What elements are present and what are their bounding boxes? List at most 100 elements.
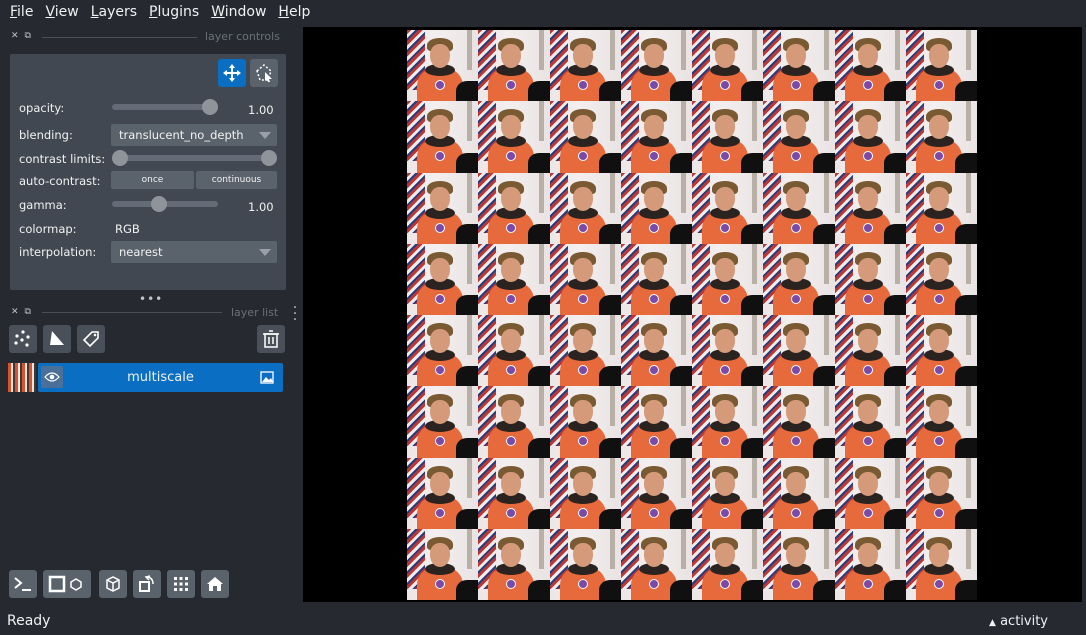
contrast-max-handle[interactable] <box>261 150 277 166</box>
chevron-up-icon: ▲ <box>989 618 996 628</box>
image-tile <box>763 30 835 102</box>
image-tile <box>620 386 692 458</box>
close-dock-icon[interactable]: ✕ <box>11 31 19 41</box>
gamma-value: 1.00 <box>248 200 274 214</box>
image-tile <box>763 243 835 315</box>
new-labels-layer-button[interactable] <box>77 325 105 353</box>
new-shapes-layer-button[interactable] <box>43 325 71 353</box>
dock-list-buttons: ✕ ⧉ <box>11 307 31 317</box>
image-tile <box>549 528 621 600</box>
menu-window[interactable]: Window <box>205 4 272 20</box>
image-tile <box>620 243 692 315</box>
image-tile <box>834 243 906 315</box>
reset-view-button[interactable] <box>201 570 229 598</box>
float-dock-icon[interactable]: ⧉ <box>25 31 31 41</box>
image-tile <box>692 172 764 244</box>
float-dock-icon[interactable]: ⧉ <box>25 307 31 317</box>
viewer-canvas[interactable] <box>303 27 1082 602</box>
opacity-slider-handle[interactable] <box>202 99 218 115</box>
image-tile <box>620 528 692 600</box>
image-tile <box>905 30 977 102</box>
move-arrows-icon <box>223 64 241 82</box>
menu-file[interactable]: File <box>4 4 39 20</box>
image-tile <box>905 386 977 458</box>
image-tile <box>692 457 764 529</box>
auto-contrast-continuous-button[interactable]: continuous <box>196 171 277 189</box>
image-tile <box>549 30 621 102</box>
layer-list-title: layer list <box>231 306 279 319</box>
image-tile <box>407 457 479 529</box>
image-tile <box>834 386 906 458</box>
chevron-down-icon <box>259 132 271 139</box>
image-tile <box>620 101 692 173</box>
image-tile <box>905 528 977 600</box>
transform-button[interactable] <box>250 59 278 87</box>
more-options-icon[interactable]: · · · <box>292 301 298 327</box>
contrast-limits-slider[interactable] <box>120 155 276 161</box>
image-tile <box>549 315 621 387</box>
interpolation-dropdown[interactable]: nearest <box>111 241 277 263</box>
image-tile <box>549 101 621 173</box>
image-tile <box>407 30 479 102</box>
image-tile <box>407 243 479 315</box>
console-button[interactable] <box>9 570 37 598</box>
trash-icon <box>263 330 279 348</box>
menu-view[interactable]: View <box>39 4 84 20</box>
gamma-slider-handle[interactable] <box>151 196 167 212</box>
ndisplay-toggle-button[interactable] <box>43 570 91 598</box>
contrast-min-handle[interactable] <box>112 150 128 166</box>
multiscale-image <box>407 30 977 600</box>
image-tile <box>763 101 835 173</box>
dock-splitter-handle[interactable]: ••• <box>139 292 163 306</box>
shapes-icon <box>50 331 64 345</box>
opacity-label: opacity: <box>19 101 65 115</box>
image-tile <box>478 172 550 244</box>
chevron-down-icon <box>259 249 271 256</box>
image-tile <box>763 457 835 529</box>
image-tile <box>407 386 479 458</box>
new-points-layer-button[interactable] <box>9 325 37 353</box>
image-tile <box>407 315 479 387</box>
menu-layers[interactable]: Layers <box>85 4 143 20</box>
image-tile <box>407 172 479 244</box>
image-tile <box>692 101 764 173</box>
dock-divider <box>42 312 222 313</box>
image-tile <box>763 528 835 600</box>
menu-help[interactable]: Help <box>272 4 316 20</box>
grid-mode-button[interactable] <box>167 570 195 598</box>
image-tile <box>692 30 764 102</box>
layer-controls-title: layer controls <box>205 30 280 43</box>
image-tile <box>620 457 692 529</box>
opacity-value: 1.00 <box>248 103 274 117</box>
colormap-label: colormap: <box>19 222 77 236</box>
menu-bar: File View Layers Plugins Window Help <box>0 0 1086 24</box>
image-tile <box>478 243 550 315</box>
image-tile <box>478 457 550 529</box>
blending-value: translucent_no_depth <box>119 128 244 142</box>
label-tag-icon <box>82 331 99 348</box>
auto-contrast-once-button[interactable]: once <box>111 171 194 189</box>
transpose-button[interactable] <box>133 570 161 598</box>
delete-layer-button[interactable] <box>257 325 285 353</box>
menu-plugins[interactable]: Plugins <box>143 4 205 20</box>
image-tile <box>478 528 550 600</box>
image-tile <box>834 457 906 529</box>
pan-zoom-button[interactable] <box>218 59 246 87</box>
interpolation-label: interpolation: <box>19 245 97 259</box>
layer-row-multiscale[interactable]: multiscale <box>38 363 283 392</box>
image-tile <box>905 315 977 387</box>
close-dock-icon[interactable]: ✕ <box>11 307 19 317</box>
activity-toggle[interactable]: ▲ activity <box>989 614 1048 629</box>
image-tile <box>905 243 977 315</box>
gamma-label: gamma: <box>19 198 67 212</box>
image-tile <box>905 101 977 173</box>
blending-dropdown[interactable]: translucent_no_depth <box>111 124 277 146</box>
roll-dimensions-button[interactable] <box>99 570 127 598</box>
interpolation-value: nearest <box>119 245 163 259</box>
blending-label: blending: <box>19 128 73 142</box>
grid-icon <box>174 577 188 591</box>
image-tile <box>620 172 692 244</box>
image-tile <box>478 101 550 173</box>
image-tile <box>834 528 906 600</box>
square-3d-icon <box>48 575 82 593</box>
